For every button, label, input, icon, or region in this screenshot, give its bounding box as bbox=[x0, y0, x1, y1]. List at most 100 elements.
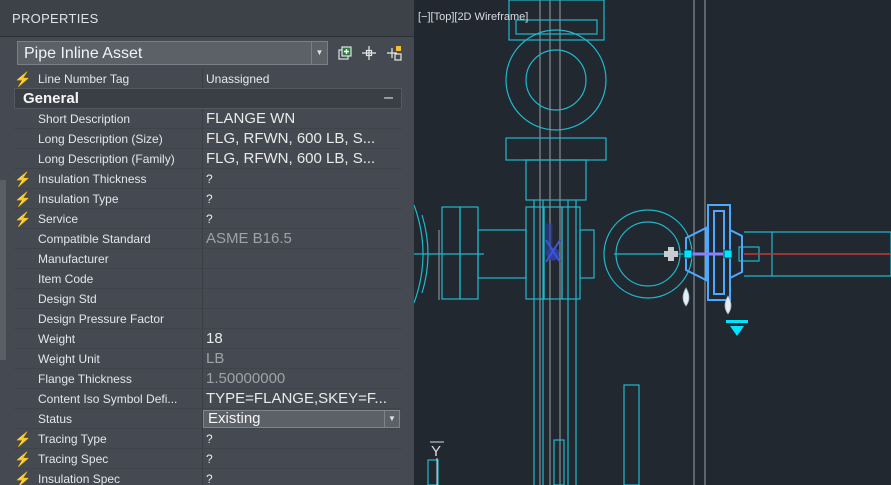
property-row[interactable]: Compatible Standard ASME B16.5 bbox=[14, 229, 402, 249]
selected-flange bbox=[685, 204, 743, 301]
property-label: Design Pressure Factor bbox=[38, 312, 165, 326]
column-divider bbox=[202, 109, 203, 129]
property-label: Service bbox=[38, 212, 79, 226]
property-label: Manufacturer bbox=[38, 252, 109, 266]
properties-palette: PROPERTIES Pipe Inline Asset ▼ ⚡ Line Nu… bbox=[0, 0, 414, 485]
property-row[interactable]: Flange Thickness 1.50000000 bbox=[14, 369, 402, 389]
chevron-down-icon[interactable]: ▼ bbox=[311, 42, 327, 64]
lightning-icon: ⚡ bbox=[14, 191, 32, 207]
property-row[interactable]: Item Code bbox=[14, 269, 402, 289]
property-label: Design Std bbox=[38, 292, 97, 306]
column-divider bbox=[202, 289, 203, 309]
property-label: Flange Thickness bbox=[38, 372, 132, 386]
lightning-icon: ⚡ bbox=[14, 211, 32, 227]
property-row[interactable]: Long Description (Family) FLG, RFWN, 600 … bbox=[14, 149, 402, 169]
property-value[interactable]: 1.50000000 bbox=[206, 370, 285, 387]
column-divider bbox=[202, 69, 203, 89]
property-value[interactable]: ? bbox=[206, 452, 213, 466]
column-divider bbox=[202, 309, 203, 329]
viewport-controls-label[interactable]: [−][Top][2D Wireframe] bbox=[418, 11, 528, 23]
property-value[interactable]: ? bbox=[206, 472, 213, 485]
object-type-selector[interactable]: Pipe Inline Asset ▼ bbox=[17, 41, 328, 65]
property-label: Short Description bbox=[38, 112, 131, 126]
property-row[interactable]: Weight 18 bbox=[14, 329, 402, 349]
column-divider bbox=[202, 429, 203, 449]
property-row[interactable]: Status Existing ▼ bbox=[14, 409, 402, 429]
column-divider bbox=[202, 269, 203, 289]
piping-drawing[interactable]: Y bbox=[414, 0, 891, 485]
property-row[interactable]: Design Pressure Factor bbox=[14, 309, 402, 329]
status-value: Existing bbox=[208, 410, 261, 427]
ucs-y-label: Y bbox=[431, 443, 441, 460]
section-general[interactable]: General – bbox=[14, 88, 402, 109]
cyan-wireframe bbox=[414, 0, 891, 485]
property-row[interactable]: ⚡ Insulation Thickness? bbox=[14, 169, 402, 189]
column-divider bbox=[202, 369, 203, 389]
property-value[interactable]: ? bbox=[206, 192, 213, 206]
column-divider bbox=[202, 449, 203, 469]
property-row[interactable]: Long Description (Size) FLG, RFWN, 600 LB… bbox=[14, 129, 402, 149]
object-type-value: Pipe Inline Asset bbox=[24, 45, 143, 62]
valve-symbol bbox=[545, 223, 561, 263]
property-row[interactable]: Content Iso Symbol Defi... TYPE=FLANGE,SK… bbox=[14, 389, 402, 409]
column-divider bbox=[202, 169, 203, 189]
column-divider bbox=[202, 389, 203, 409]
vertical-pipe-lines bbox=[438, 0, 706, 485]
property-row[interactable]: ⚡ Tracing Spec? bbox=[14, 449, 402, 469]
property-label: Tracing Type bbox=[38, 432, 107, 446]
lightning-icon: ⚡ bbox=[14, 451, 32, 467]
column-divider bbox=[202, 129, 203, 149]
property-label: Long Description (Family) bbox=[38, 152, 175, 166]
pick-object-icon[interactable] bbox=[361, 45, 377, 61]
drawing-viewport[interactable]: [−][Top][2D Wireframe] Y bbox=[414, 0, 891, 485]
property-row[interactable]: ⚡ Tracing Type? bbox=[14, 429, 402, 449]
property-label: Line Number Tag bbox=[38, 72, 130, 86]
property-label: Tracing Spec bbox=[38, 452, 109, 466]
column-divider bbox=[202, 329, 203, 349]
property-label: Insulation Thickness bbox=[38, 172, 147, 186]
column-divider bbox=[202, 189, 203, 209]
property-row[interactable]: Weight Unit LB bbox=[14, 349, 402, 369]
chevron-down-icon[interactable]: ▼ bbox=[384, 411, 399, 427]
property-row[interactable]: Manufacturer bbox=[14, 249, 402, 269]
lightning-icon: ⚡ bbox=[14, 431, 32, 447]
property-value[interactable]: TYPE=FLANGE,SKEY=F... bbox=[206, 390, 387, 407]
property-value[interactable]: FLG, RFWN, 600 LB, S... bbox=[206, 150, 375, 167]
column-divider bbox=[202, 229, 203, 249]
property-value[interactable]: 18 bbox=[206, 330, 223, 347]
property-label: Compatible Standard bbox=[38, 232, 151, 246]
property-value[interactable]: ? bbox=[206, 432, 213, 446]
property-row[interactable]: ⚡ Insulation Spec? bbox=[14, 469, 402, 485]
column-divider bbox=[202, 249, 203, 269]
property-value[interactable]: ? bbox=[206, 212, 213, 226]
property-value[interactable]: FLG, RFWN, 600 LB, S... bbox=[206, 130, 375, 147]
property-row-line-number-tag[interactable]: ⚡ Line Number Tag Unassigned bbox=[14, 69, 402, 89]
move-cursor-icon bbox=[664, 247, 678, 261]
property-value[interactable]: Unassigned bbox=[206, 72, 269, 86]
property-value[interactable]: ? bbox=[206, 172, 213, 186]
property-value[interactable]: ASME B16.5 bbox=[206, 230, 292, 247]
property-label: Content Iso Symbol Defi... bbox=[38, 392, 178, 406]
column-divider bbox=[202, 349, 203, 369]
toggle-pickadd-icon[interactable] bbox=[386, 45, 402, 61]
palette-side-handle[interactable] bbox=[0, 180, 6, 360]
collapse-icon[interactable]: – bbox=[384, 89, 393, 107]
palette-title-bar[interactable]: PROPERTIES bbox=[0, 0, 414, 37]
status-dropdown[interactable]: Existing ▼ bbox=[203, 410, 400, 428]
property-row[interactable]: ⚡ Service? bbox=[14, 209, 402, 229]
property-label: Insulation Spec bbox=[38, 472, 121, 485]
property-row[interactable]: Design Std bbox=[14, 289, 402, 309]
quick-select-icon[interactable] bbox=[337, 45, 353, 61]
property-label: Status bbox=[38, 412, 73, 426]
section-title: General bbox=[23, 90, 79, 107]
property-label: Long Description (Size) bbox=[38, 132, 163, 146]
property-value[interactable]: FLANGE WN bbox=[206, 110, 295, 127]
column-divider bbox=[202, 469, 203, 485]
property-value[interactable]: LB bbox=[206, 350, 224, 367]
property-label: Weight Unit bbox=[38, 352, 100, 366]
lightning-icon: ⚡ bbox=[14, 171, 32, 187]
property-label: Insulation Type bbox=[38, 192, 119, 206]
property-row[interactable]: ⚡ Insulation Type? bbox=[14, 189, 402, 209]
property-row[interactable]: Short Description FLANGE WN bbox=[14, 109, 402, 129]
column-divider bbox=[202, 149, 203, 169]
